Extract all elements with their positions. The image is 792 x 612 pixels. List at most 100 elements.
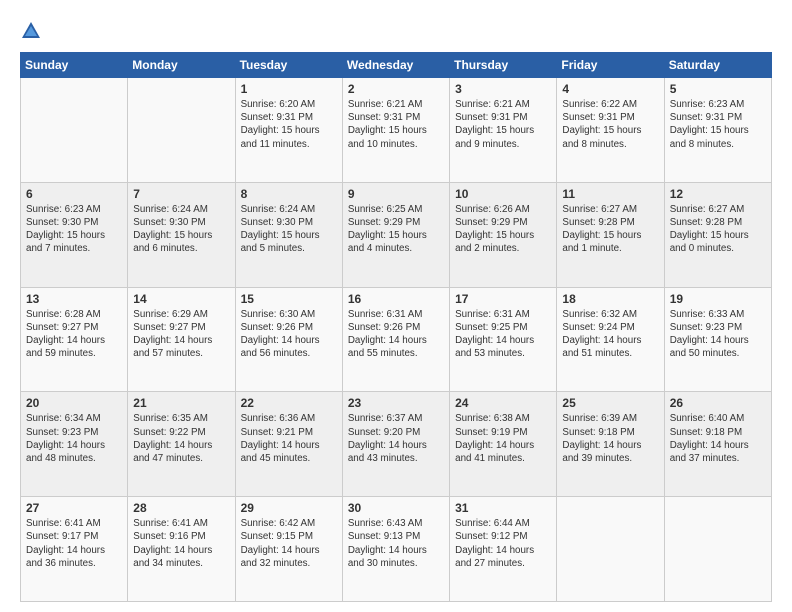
day-info: Sunrise: 6:31 AM Sunset: 9:25 PM Dayligh… [455, 308, 551, 361]
calendar-cell: 10 Sunrise: 6:26 AM Sunset: 9:29 PM Dayli… [450, 182, 557, 287]
day-number: 27 [26, 501, 122, 515]
day-number: 7 [133, 187, 229, 201]
day-info: Sunrise: 6:35 AM Sunset: 9:22 PM Dayligh… [133, 412, 229, 465]
weekday-header: Sunday [21, 53, 128, 78]
calendar-cell: 17Sunrise: 6:31 AM Sunset: 9:25 PM Dayli… [450, 287, 557, 392]
calendar-cell: 6 Sunrise: 6:23 AM Sunset: 9:30 PM Daylig… [21, 182, 128, 287]
weekday-header: Friday [557, 53, 664, 78]
calendar-week-row: 6 Sunrise: 6:23 AM Sunset: 9:30 PM Daylig… [21, 182, 772, 287]
calendar-cell: 11 Sunrise: 6:27 AM Sunset: 9:28 PM Dayli… [557, 182, 664, 287]
day-info: Sunrise: 6:20 AM Sunset: 9:31 PM Dayligh… [241, 98, 337, 151]
day-info: Sunrise: 6:31 AM Sunset: 9:26 PM Dayligh… [348, 308, 444, 361]
calendar-cell: 30 Sunrise: 6:43 AM Sunset: 9:13 PM Dayli… [342, 497, 449, 602]
calendar-cell: 4 Sunrise: 6:22 AM Sunset: 9:31 PM Daylig… [557, 78, 664, 183]
calendar-cell: 19Sunrise: 6:33 AM Sunset: 9:23 PM Dayli… [664, 287, 771, 392]
weekday-header: Tuesday [235, 53, 342, 78]
day-info: Sunrise: 6:38 AM Sunset: 9:19 PM Dayligh… [455, 412, 551, 465]
calendar-week-row: 20Sunrise: 6:34 AM Sunset: 9:23 PM Dayli… [21, 392, 772, 497]
day-info: Sunrise: 6:40 AM Sunset: 9:18 PM Dayligh… [670, 412, 766, 465]
day-info: Sunrise: 6:41 AM Sunset: 9:17 PM Dayligh… [26, 517, 122, 570]
day-info: Sunrise: 6:42 AM Sunset: 9:15 PM Dayligh… [241, 517, 337, 570]
day-info: Sunrise: 6:24 AM Sunset: 9:30 PM Dayligh… [241, 203, 337, 256]
calendar-cell [664, 497, 771, 602]
day-number: 5 [670, 82, 766, 96]
weekday-header: Saturday [664, 53, 771, 78]
calendar-cell: 13Sunrise: 6:28 AM Sunset: 9:27 PM Dayli… [21, 287, 128, 392]
day-number: 23 [348, 396, 444, 410]
day-number: 1 [241, 82, 337, 96]
day-number: 31 [455, 501, 551, 515]
calendar-cell: 7 Sunrise: 6:24 AM Sunset: 9:30 PM Daylig… [128, 182, 235, 287]
day-info: Sunrise: 6:23 AM Sunset: 9:31 PM Dayligh… [670, 98, 766, 151]
day-info: Sunrise: 6:24 AM Sunset: 9:30 PM Dayligh… [133, 203, 229, 256]
day-info: Sunrise: 6:26 AM Sunset: 9:29 PM Dayligh… [455, 203, 551, 256]
calendar-cell [21, 78, 128, 183]
day-info: Sunrise: 6:21 AM Sunset: 9:31 PM Dayligh… [348, 98, 444, 151]
day-number: 24 [455, 396, 551, 410]
logo-icon [20, 20, 42, 42]
day-info: Sunrise: 6:27 AM Sunset: 9:28 PM Dayligh… [562, 203, 658, 256]
day-info: Sunrise: 6:44 AM Sunset: 9:12 PM Dayligh… [455, 517, 551, 570]
day-info: Sunrise: 6:36 AM Sunset: 9:21 PM Dayligh… [241, 412, 337, 465]
day-number: 25 [562, 396, 658, 410]
calendar-cell: 28Sunrise: 6:41 AM Sunset: 9:16 PM Dayli… [128, 497, 235, 602]
calendar-cell: 9 Sunrise: 6:25 AM Sunset: 9:29 PM Daylig… [342, 182, 449, 287]
day-info: Sunrise: 6:29 AM Sunset: 9:27 PM Dayligh… [133, 308, 229, 361]
weekday-header: Wednesday [342, 53, 449, 78]
day-info: Sunrise: 6:22 AM Sunset: 9:31 PM Dayligh… [562, 98, 658, 151]
day-number: 14 [133, 292, 229, 306]
day-number: 15 [241, 292, 337, 306]
day-number: 3 [455, 82, 551, 96]
day-number: 21 [133, 396, 229, 410]
day-number: 2 [348, 82, 444, 96]
day-info: Sunrise: 6:37 AM Sunset: 9:20 PM Dayligh… [348, 412, 444, 465]
calendar-cell: 24 Sunrise: 6:38 AM Sunset: 9:19 PM Dayli… [450, 392, 557, 497]
day-number: 30 [348, 501, 444, 515]
weekday-header: Monday [128, 53, 235, 78]
weekday-header-row: SundayMondayTuesdayWednesdayThursdayFrid… [21, 53, 772, 78]
day-info: Sunrise: 6:27 AM Sunset: 9:28 PM Dayligh… [670, 203, 766, 256]
calendar-week-row: 13Sunrise: 6:28 AM Sunset: 9:27 PM Dayli… [21, 287, 772, 392]
calendar-cell: 14 Sunrise: 6:29 AM Sunset: 9:27 PM Dayli… [128, 287, 235, 392]
calendar-week-row: 27 Sunrise: 6:41 AM Sunset: 9:17 PM Dayli… [21, 497, 772, 602]
calendar-cell: 18 Sunrise: 6:32 AM Sunset: 9:24 PM Dayli… [557, 287, 664, 392]
logo [20, 18, 46, 42]
calendar-cell: 21 Sunrise: 6:35 AM Sunset: 9:22 PM Dayli… [128, 392, 235, 497]
calendar-cell: 1 Sunrise: 6:20 AM Sunset: 9:31 PM Daylig… [235, 78, 342, 183]
day-info: Sunrise: 6:33 AM Sunset: 9:23 PM Dayligh… [670, 308, 766, 361]
calendar-cell: 20Sunrise: 6:34 AM Sunset: 9:23 PM Dayli… [21, 392, 128, 497]
day-number: 22 [241, 396, 337, 410]
weekday-header: Thursday [450, 53, 557, 78]
day-number: 6 [26, 187, 122, 201]
day-info: Sunrise: 6:25 AM Sunset: 9:29 PM Dayligh… [348, 203, 444, 256]
day-number: 11 [562, 187, 658, 201]
calendar-cell: 8Sunrise: 6:24 AM Sunset: 9:30 PM Daylig… [235, 182, 342, 287]
calendar-cell: 27 Sunrise: 6:41 AM Sunset: 9:17 PM Dayli… [21, 497, 128, 602]
day-number: 29 [241, 501, 337, 515]
day-number: 4 [562, 82, 658, 96]
header [20, 18, 772, 42]
calendar-cell: 23 Sunrise: 6:37 AM Sunset: 9:20 PM Dayli… [342, 392, 449, 497]
day-info: Sunrise: 6:43 AM Sunset: 9:13 PM Dayligh… [348, 517, 444, 570]
day-number: 18 [562, 292, 658, 306]
calendar: SundayMondayTuesdayWednesdayThursdayFrid… [20, 52, 772, 602]
calendar-cell: 31 Sunrise: 6:44 AM Sunset: 9:12 PM Dayli… [450, 497, 557, 602]
day-info: Sunrise: 6:30 AM Sunset: 9:26 PM Dayligh… [241, 308, 337, 361]
day-info: Sunrise: 6:21 AM Sunset: 9:31 PM Dayligh… [455, 98, 551, 151]
day-number: 9 [348, 187, 444, 201]
calendar-cell: 25Sunrise: 6:39 AM Sunset: 9:18 PM Dayli… [557, 392, 664, 497]
calendar-cell: 16Sunrise: 6:31 AM Sunset: 9:26 PM Dayli… [342, 287, 449, 392]
calendar-cell: 3 Sunrise: 6:21 AM Sunset: 9:31 PM Daylig… [450, 78, 557, 183]
calendar-cell: 15 Sunrise: 6:30 AM Sunset: 9:26 PM Dayli… [235, 287, 342, 392]
day-info: Sunrise: 6:23 AM Sunset: 9:30 PM Dayligh… [26, 203, 122, 256]
day-info: Sunrise: 6:32 AM Sunset: 9:24 PM Dayligh… [562, 308, 658, 361]
calendar-cell: 26Sunrise: 6:40 AM Sunset: 9:18 PM Dayli… [664, 392, 771, 497]
day-number: 10 [455, 187, 551, 201]
calendar-cell [557, 497, 664, 602]
calendar-week-row: 1 Sunrise: 6:20 AM Sunset: 9:31 PM Daylig… [21, 78, 772, 183]
calendar-cell: 12 Sunrise: 6:27 AM Sunset: 9:28 PM Dayli… [664, 182, 771, 287]
day-number: 12 [670, 187, 766, 201]
day-info: Sunrise: 6:34 AM Sunset: 9:23 PM Dayligh… [26, 412, 122, 465]
calendar-cell [128, 78, 235, 183]
day-info: Sunrise: 6:28 AM Sunset: 9:27 PM Dayligh… [26, 308, 122, 361]
